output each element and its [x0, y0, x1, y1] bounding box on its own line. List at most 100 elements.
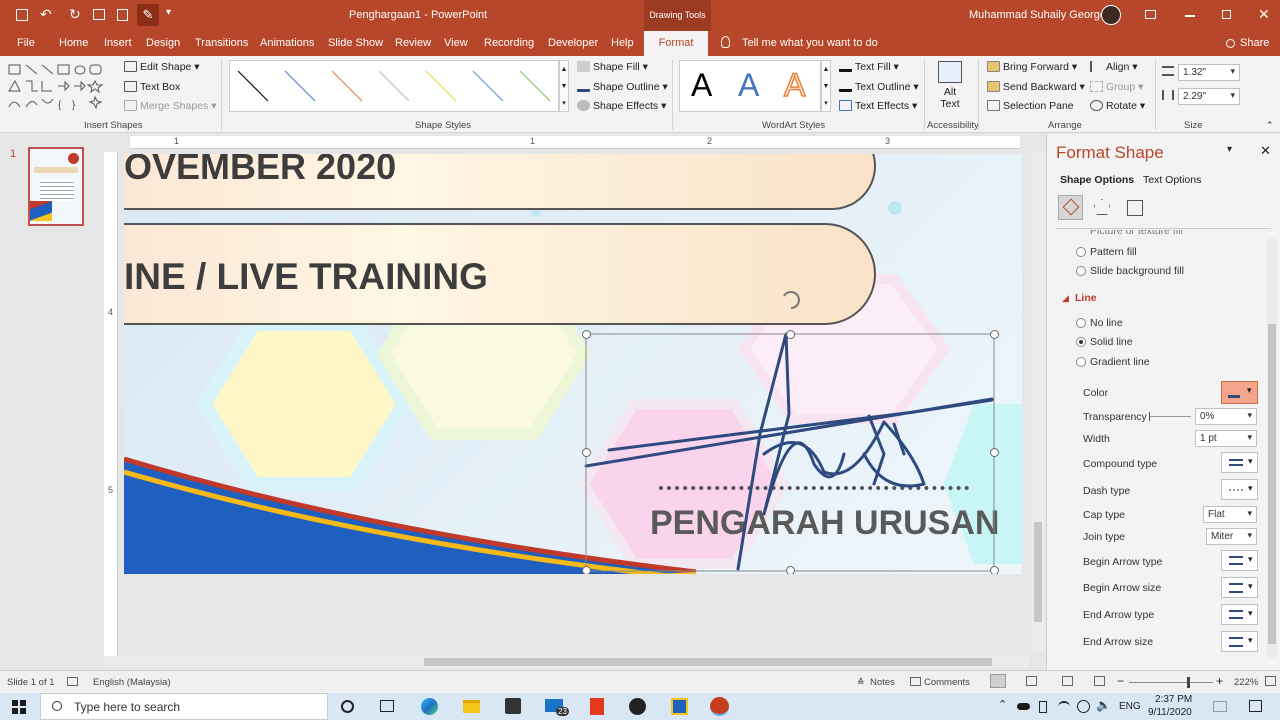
width-input[interactable]: 2.29" — [1178, 88, 1240, 105]
wordart-sample-black[interactable]: A — [691, 67, 712, 104]
save-icon[interactable] — [16, 9, 28, 21]
app-icon[interactable] — [671, 698, 688, 715]
scroll-thumb[interactable] — [1034, 522, 1042, 622]
edit-shape-button[interactable]: Edit Shape ▾ — [124, 61, 200, 73]
send-backward-button[interactable]: Send Backward ▾ — [987, 81, 1085, 93]
input-language[interactable]: ENG — [1119, 701, 1141, 712]
shapes-grid-icon[interactable]: {} — [8, 63, 106, 111]
line-section-header[interactable]: Line — [1075, 292, 1097, 304]
office-icon[interactable] — [590, 698, 604, 715]
onedrive-icon[interactable] — [1017, 703, 1030, 710]
tab-home[interactable]: Home — [59, 37, 88, 49]
pattern-fill-label[interactable]: Pattern fill — [1090, 246, 1137, 258]
resize-handle[interactable] — [990, 448, 999, 457]
text-outline-button[interactable]: Text Outline ▾ — [839, 81, 919, 93]
zoom-level[interactable]: 222% — [1234, 677, 1258, 688]
pane-options-icon[interactable]: ▾ — [1227, 144, 1232, 155]
language[interactable]: English (Malaysia) — [93, 677, 171, 688]
end-arrow-size-button[interactable]: ▾ — [1221, 631, 1258, 652]
pen-icon[interactable]: ✎ — [137, 4, 159, 26]
cap-type-select[interactable]: Flat — [1203, 506, 1257, 523]
clock-time[interactable]: 2:37 PM — [1155, 694, 1192, 705]
merge-shapes-button[interactable]: Merge Shapes ▾ — [124, 100, 217, 112]
tab-text-options[interactable]: Text Options — [1143, 174, 1201, 186]
radio-pattern-fill[interactable] — [1076, 247, 1086, 257]
windows-start-icon[interactable] — [12, 700, 26, 714]
alt-text-button[interactable]: Alt Text — [930, 61, 970, 117]
join-type-select[interactable]: Miter — [1206, 528, 1257, 545]
zoom-slider[interactable] — [1129, 677, 1213, 688]
pane-close-icon[interactable]: ✕ — [1260, 143, 1271, 159]
search-input[interactable]: Type here to search — [74, 700, 180, 714]
share-button[interactable]: Share — [1240, 37, 1269, 49]
tab-help[interactable]: Help — [611, 37, 634, 49]
collapse-ribbon-icon[interactable]: ⌃ — [1266, 120, 1274, 131]
presenter-icon[interactable] — [93, 9, 105, 20]
compound-type-button[interactable]: ▾ — [1221, 452, 1258, 473]
fill-line-icon[interactable] — [1058, 195, 1083, 220]
text-box-button[interactable]: Text Box — [124, 81, 180, 93]
user-name[interactable]: Muhammad Suhaily George — [969, 9, 1106, 21]
notes-button[interactable]: Notes — [870, 677, 895, 688]
tell-me-input[interactable]: Tell me what you want to do — [742, 37, 878, 49]
customize-toolbar-icon[interactable]: ▾ — [166, 7, 171, 18]
comments-button[interactable]: Comments — [924, 677, 970, 688]
horizontal-scrollbar[interactable] — [104, 656, 1029, 668]
tab-insert[interactable]: Insert — [104, 37, 132, 49]
shape-style-gallery[interactable] — [229, 60, 559, 112]
slideshow-icon[interactable] — [1094, 676, 1105, 686]
store-icon[interactable] — [505, 698, 521, 714]
end-arrow-type-button[interactable]: ▾ — [1221, 604, 1258, 625]
zoom-out-icon[interactable]: − — [1117, 674, 1124, 688]
radio-gradient-line[interactable] — [1076, 357, 1086, 367]
form-icon[interactable] — [117, 9, 128, 21]
redo-icon[interactable]: ↻ — [69, 6, 81, 23]
shape-gallery[interactable]: {} — [8, 63, 106, 111]
avatar[interactable] — [1101, 5, 1121, 25]
transparency-input[interactable]: 0% — [1195, 408, 1257, 425]
dash-type-button[interactable]: ▾ — [1221, 479, 1258, 500]
radio-solid-line[interactable] — [1076, 337, 1086, 347]
solid-line-label[interactable]: Solid line — [1090, 336, 1133, 348]
tray-chevron-icon[interactable]: ⌃ — [998, 698, 1007, 711]
shape-fill-button[interactable]: Shape Fill ▾ — [577, 61, 648, 73]
slide-sorter-icon[interactable] — [1026, 676, 1037, 686]
tab-developer[interactable]: Developer — [548, 37, 598, 49]
effects-icon[interactable] — [1094, 199, 1110, 215]
wifi-icon[interactable] — [1058, 701, 1070, 713]
slide-background-fill-label[interactable]: Slide background fill — [1090, 265, 1184, 277]
selection-pane-button[interactable]: Selection Pane — [987, 100, 1074, 112]
slide-thumbnail[interactable] — [28, 147, 84, 226]
fit-slide-icon[interactable] — [1265, 676, 1276, 686]
fill-option-picture[interactable]: Picture or texture fill — [1090, 230, 1183, 236]
pane-scrollbar[interactable] — [1267, 238, 1277, 658]
shape-outline-button[interactable]: Shape Outline ▾ — [577, 81, 668, 93]
minimize-icon[interactable] — [1185, 15, 1195, 17]
accessibility-icon[interactable] — [67, 677, 78, 686]
begin-arrow-size-button[interactable]: ▾ — [1221, 577, 1258, 598]
size-properties-icon[interactable] — [1127, 200, 1143, 216]
rotate-handle-icon[interactable] — [783, 291, 800, 309]
transparency-slider[interactable] — [1149, 412, 1191, 421]
height-input[interactable]: 1.32" — [1178, 64, 1240, 81]
zoom-in-icon[interactable]: + — [1216, 674, 1223, 688]
tab-animations[interactable]: Animations — [260, 37, 314, 49]
tab-view[interactable]: View — [444, 37, 468, 49]
taskbar-search[interactable]: Type here to search — [40, 693, 328, 720]
tab-review[interactable]: Review — [395, 37, 431, 49]
rotate-button[interactable]: Rotate ▾ — [1090, 100, 1145, 112]
gallery-scroll[interactable]: ▲ ▼ ▾ — [559, 60, 569, 112]
vertical-scrollbar[interactable] — [1032, 152, 1044, 652]
tab-recording[interactable]: Recording — [484, 37, 534, 49]
restore-icon[interactable] — [1222, 10, 1231, 19]
bring-forward-button[interactable]: Bring Forward ▾ — [987, 61, 1077, 73]
tab-file[interactable]: File — [17, 37, 35, 49]
resize-handle[interactable] — [582, 448, 591, 457]
wordart-scroll[interactable]: ▲ ▼ ▾ — [821, 60, 831, 112]
keyboard-icon[interactable] — [1213, 701, 1227, 712]
resize-handle[interactable] — [990, 330, 999, 339]
begin-arrow-type-button[interactable]: ▾ — [1221, 550, 1258, 571]
battery-icon[interactable] — [1039, 701, 1047, 713]
scroll-thumb[interactable] — [1268, 324, 1276, 644]
edge-icon[interactable] — [421, 698, 438, 715]
